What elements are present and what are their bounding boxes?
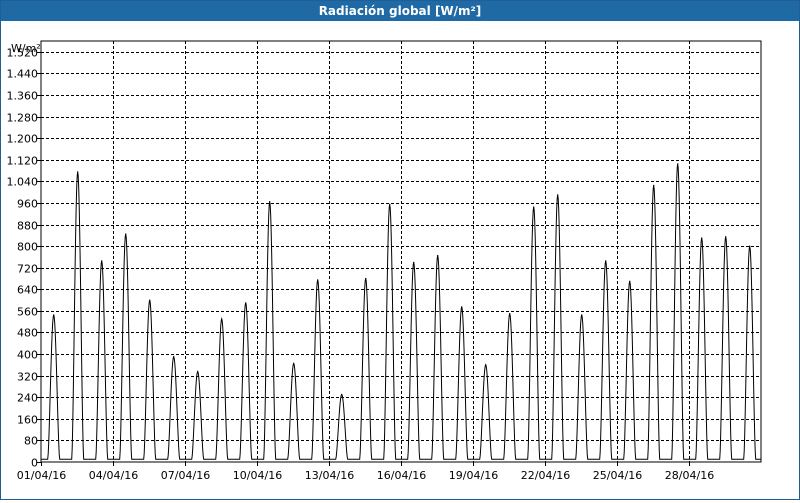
- daily-peak-point: [413, 261, 415, 263]
- daily-peak-point: [317, 279, 319, 281]
- y-tick-label: 400: [17, 349, 38, 362]
- x-tick-label: 07/04/16: [161, 469, 210, 482]
- y-tick-label: 1.040: [7, 176, 39, 189]
- daily-peak-point: [293, 362, 295, 365]
- daily-peak-point: [77, 171, 79, 173]
- y-tick-label: 80: [24, 435, 38, 448]
- y-tick-label: 320: [17, 371, 38, 384]
- daily-peak-point: [245, 302, 247, 304]
- y-tick-label: 1.200: [7, 133, 39, 146]
- y-tick-label: 160: [17, 414, 38, 427]
- line-chart: 0 80 160 240 320 400 480 560 640 720 800 880 960 1.04…: [7, 40, 762, 482]
- x-tick-label: 22/04/16: [521, 469, 570, 482]
- y-tick-label: 240: [17, 392, 38, 405]
- daily-peak-point: [221, 318, 223, 320]
- y-tick-label: 960: [17, 198, 38, 211]
- daily-peak-point: [749, 245, 751, 247]
- daily-peak-point: [197, 371, 199, 373]
- y-axis-unit-label: W/m²: [11, 42, 41, 55]
- daily-peak-point: [509, 313, 511, 315]
- daily-peak-point: [149, 299, 151, 301]
- daily-peak-point: [701, 237, 703, 239]
- y-tick-label: 1.360: [7, 90, 39, 103]
- daily-peak-point: [365, 277, 367, 280]
- daily-peak-point: [269, 201, 271, 203]
- y-tick-label: 480: [17, 327, 38, 340]
- window-title: Radiación global [W/m²]: [1, 1, 799, 21]
- x-tick-label: 19/04/16: [449, 469, 498, 482]
- y-tick-label: 640: [17, 284, 38, 297]
- daily-peak-point: [725, 236, 727, 238]
- daily-peak-point: [125, 233, 127, 235]
- daily-peak-point: [53, 314, 55, 316]
- x-tick-label: 16/04/16: [377, 469, 426, 482]
- daily-peak-point: [605, 260, 607, 262]
- y-tick-label: 880: [17, 220, 38, 233]
- y-tick-label: 1.440: [7, 68, 39, 81]
- x-tick-label: 13/04/16: [305, 469, 354, 482]
- daily-peak-point: [437, 254, 439, 257]
- axis-layer: 0 80 160 240 320 400 480 560 640 720 800 880 960 1.04…: [7, 40, 762, 482]
- y-tick-label: 1.120: [7, 155, 39, 168]
- chart-window: Radiación global [W/m²] 0 80 160 240 320 400 4…: [0, 0, 800, 500]
- daily-peak-point: [557, 194, 559, 196]
- daily-peak-point: [101, 260, 103, 262]
- daily-peak-point: [461, 306, 463, 308]
- plot-area: 0 80 160 240 320 400 480 560 640 720 800 880 960 1.04…: [1, 21, 799, 499]
- y-tick-label: 720: [17, 263, 38, 276]
- daily-peak-point: [533, 206, 535, 208]
- y-tick-label: 1.280: [7, 112, 39, 125]
- grid-layer: [41, 41, 761, 462]
- daily-peak-point: [629, 280, 631, 282]
- x-tick-label: 01/04/16: [17, 469, 66, 482]
- daily-peak-point: [653, 184, 655, 186]
- x-tick-label: 28/04/16: [665, 469, 714, 482]
- y-tick-label: 800: [17, 241, 38, 254]
- daily-peak-point: [485, 364, 487, 366]
- daily-peak-point: [677, 163, 679, 165]
- daily-peak-point: [581, 314, 583, 316]
- y-tick-label: 0: [31, 457, 38, 470]
- y-tick-label: 560: [17, 306, 38, 319]
- daily-peak-point: [341, 393, 343, 396]
- x-tick-label: 25/04/16: [593, 469, 642, 482]
- x-tick-label: 10/04/16: [233, 469, 282, 482]
- daily-peak-point: [389, 203, 391, 205]
- daily-peak-point: [173, 356, 175, 358]
- x-tick-label: 04/04/16: [89, 469, 138, 482]
